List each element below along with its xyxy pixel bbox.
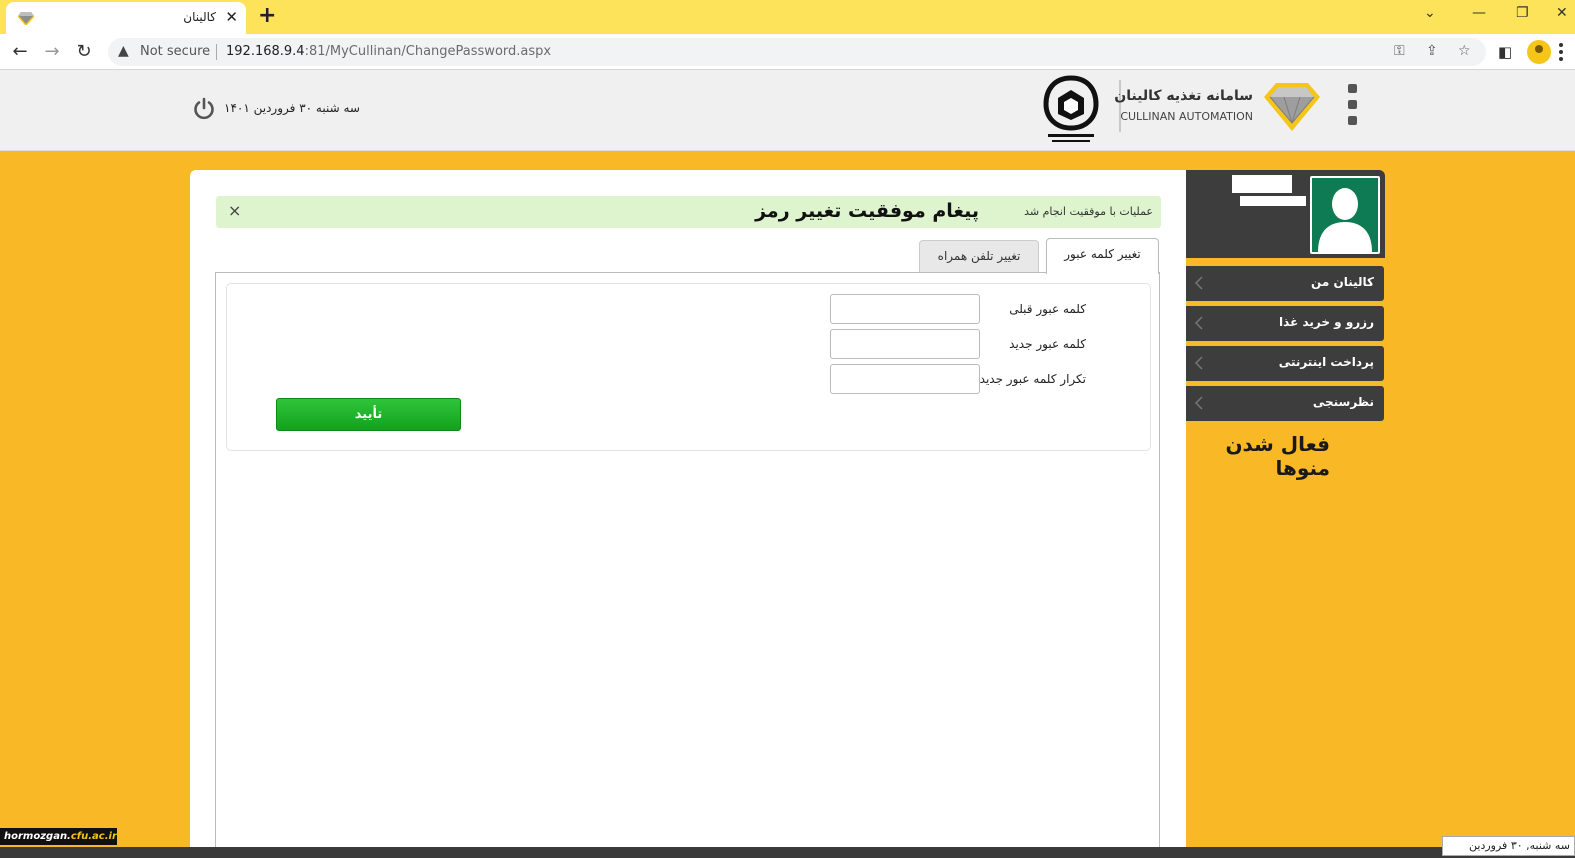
right-sidebar: کالینان من رزرو و خرید غذا پرداخت اینترن… [1186,170,1385,858]
sidebar-item-online-payment[interactable]: پرداخت اینترنتی [1186,346,1384,381]
status-date: سه شنبه, ۳۰ فروردین ۱۴۰۱ [1442,836,1575,858]
url-host: 192.168.9.4 [226,44,305,59]
change-password-form: کلمه عبور قبلی کلمه عبور جدید تکرار کلمه… [226,283,1151,451]
redacted-user-name [1232,175,1292,193]
security-label[interactable]: Not secure [140,44,210,59]
alert-message: عملیات با موفقیت انجام شد [1024,205,1153,218]
diamond-favicon-icon [18,12,34,25]
chevron-left-icon [1194,356,1203,370]
user-avatar [1310,176,1380,254]
sidebar-item-survey[interactable]: نظرسنجی [1186,386,1384,421]
warning-icon[interactable]: ▲ [118,43,129,59]
sidebar-item-label: کالینان من [1311,275,1374,289]
side-panel-icon[interactable]: ◧ [1498,43,1512,61]
chevron-left-icon [1194,276,1203,290]
watermark-prefix: hormozgan. [4,831,71,842]
sidebar-item-label: نظرسنجی [1312,395,1374,409]
user-profile-box [1186,170,1385,258]
redacted-user-id [1240,196,1306,206]
old-password-input[interactable] [830,294,980,324]
window-close-icon[interactable]: ✕ [1556,4,1568,22]
user-silhouette-icon [1318,188,1372,252]
back-icon[interactable]: ← [8,40,32,64]
browser-menu-icon[interactable] [1559,43,1563,61]
forward-icon[interactable]: → [40,40,64,64]
confirm-button[interactable]: تأیید [276,398,461,431]
new-password-input[interactable] [830,329,980,359]
address-bar[interactable]: ▲ Not secure 192.168.9.4:81/MyCullinan/C… [108,38,1486,66]
power-logout-icon[interactable] [192,97,216,121]
header-date: سه شنبه ۳۰ فروردین ۱۴۰۱ [224,101,360,115]
brand-title-en: CULLINAN AUTOMATION [1120,110,1253,123]
cullinan-diamond-logo [1264,83,1320,131]
site-menu-icon[interactable] [1348,84,1358,130]
tab-search-icon[interactable]: ⌄ [1424,4,1436,22]
url-text[interactable]: 192.168.9.4:81/MyCullinan/ChangePassword… [226,44,551,59]
sidebar-item-my-cullinan[interactable]: کالینان من [1186,266,1384,301]
share-icon[interactable]: ⇪ [1426,43,1438,59]
brand-title-fa: سامانه تغذیه کالینان [1114,88,1253,104]
tab-close-icon[interactable]: ✕ [225,8,238,26]
university-logo [1043,75,1099,142]
sidebar-item-label: رزرو و خرید غذا [1279,315,1374,329]
profile-avatar-icon[interactable] [1527,40,1551,64]
new-tab-button[interactable]: + [258,4,276,28]
restore-icon[interactable]: ❐ [1516,4,1529,22]
tab-change-password[interactable]: تغییر کلمه عبور [1046,238,1159,274]
site-watermark: hormozgan.cfu.ac.ir [0,828,117,845]
browser-tab-strip: کالینان ✕ + ⌄ — ❐ ✕ [0,0,1575,34]
sidebar-item-label: پرداخت اینترنتی [1278,355,1374,369]
browser-toolbar: ← → ↻ ▲ Not secure 192.168.9.4:81/MyCull… [0,34,1575,70]
minimize-icon[interactable]: — [1472,4,1486,22]
new-password-label: کلمه عبور جدید [1009,337,1086,351]
tab-title: کالینان [183,10,216,24]
old-password-label: کلمه عبور قبلی [1009,302,1086,316]
settings-tabs: تغییر تلفن همراه تغییر کلمه عبور [216,238,1161,274]
alert-close-icon[interactable]: × [228,202,241,220]
menus-activated-annotation: فعال شدن منوها [1225,432,1330,480]
site-header: سه شنبه ۳۰ فروردین ۱۴۰۱ سامانه تغذیه کال… [0,70,1575,151]
tab-change-mobile[interactable]: تغییر تلفن همراه [919,240,1039,273]
bookmark-star-icon[interactable]: ☆ [1458,43,1471,59]
repeat-password-label: تکرار کلمه عبور جدید [979,372,1086,386]
reload-icon[interactable]: ↻ [72,40,96,64]
chevron-left-icon [1194,396,1203,410]
content-panel: × پیغام موفقیت تغییر رمز عملیات با موفقی… [190,170,1186,858]
sidebar-item-food-reservation[interactable]: رزرو و خرید غذا [1186,306,1384,341]
watermark-domain: cfu.ac.ir [70,831,117,842]
repeat-password-input[interactable] [830,364,980,394]
url-path: :81/MyCullinan/ChangePassword.aspx [304,44,552,59]
taskbar-strip [0,847,1575,858]
omnibox-separator [216,44,217,60]
key-icon[interactable]: ⚿ [1394,43,1405,59]
browser-tab[interactable]: کالینان ✕ [6,2,246,34]
chevron-left-icon [1194,316,1203,330]
alert-annotation: پیغام موفقیت تغییر رمز [755,200,979,222]
success-alert: × پیغام موفقیت تغییر رمز عملیات با موفقی… [216,196,1161,228]
